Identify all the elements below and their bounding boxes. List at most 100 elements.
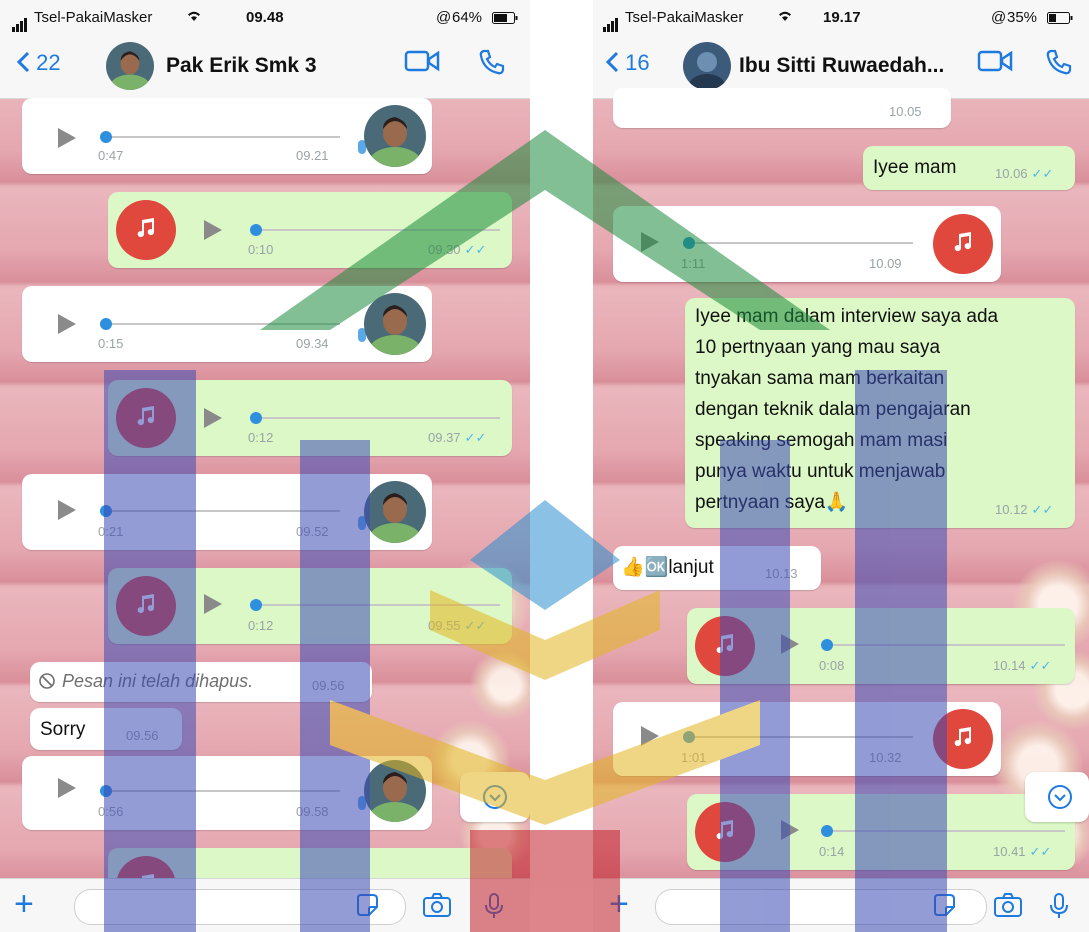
incoming-text-message[interactable]: Sorry 09.56: [30, 708, 182, 750]
audio-scrubber[interactable]: [683, 237, 695, 249]
microphone-icon[interactable]: [1049, 892, 1069, 925]
voice-duration: 0:12: [248, 618, 274, 633]
outgoing-text-message[interactable]: Iyee mam dalam interview saya ada 10 per…: [685, 298, 1075, 528]
play-icon[interactable]: [58, 314, 76, 334]
contact-avatar[interactable]: [106, 42, 154, 90]
scroll-to-bottom-button[interactable]: [1025, 772, 1089, 822]
audio-progress-track[interactable]: [104, 323, 340, 325]
play-icon[interactable]: [641, 726, 659, 746]
message-line: pertnyaan saya🙏: [695, 492, 849, 513]
audio-scrubber[interactable]: [100, 505, 112, 517]
right-chat-screenshot: Tsel-PakaiMasker 19.17 @ 35% 16 Ibu Sitt…: [593, 0, 1089, 932]
left-chat-screenshot: Tsel-PakaiMasker 09.48 @ 64% 22 Pak Erik…: [0, 0, 530, 932]
outgoing-voice-message[interactable]: 0:08 10.14 ✓✓: [687, 608, 1075, 684]
audio-scrubber[interactable]: [250, 224, 262, 236]
back-button[interactable]: 16: [605, 50, 650, 76]
incoming-message[interactable]: 10.05: [613, 88, 951, 128]
audio-progress-track[interactable]: [687, 736, 913, 738]
message-time: 10.41 ✓✓: [993, 844, 1052, 859]
audio-progress-track[interactable]: [254, 604, 500, 606]
attach-plus-icon[interactable]: +: [14, 887, 34, 921]
status-bar: Tsel-PakaiMasker 09.48 @ 64%: [0, 0, 530, 36]
read-ticks-icon: ✓✓: [464, 618, 487, 633]
play-icon[interactable]: [204, 220, 222, 240]
video-call-icon[interactable]: [404, 48, 440, 79]
incoming-voice-message[interactable]: 0:47 09.21: [22, 98, 432, 174]
deleted-message[interactable]: Pesan ini telah dihapus. 09.56: [30, 662, 372, 702]
audio-progress-track[interactable]: [825, 830, 1065, 832]
camera-icon[interactable]: [993, 892, 1023, 923]
incoming-voice-message[interactable]: 1:11 10.09: [613, 206, 1001, 282]
message-line: 10 pertnyaan yang mau saya: [695, 337, 941, 358]
audio-scrubber[interactable]: [250, 599, 262, 611]
audio-scrubber[interactable]: [100, 785, 112, 797]
contact-name[interactable]: Pak Erik Smk 3: [166, 54, 317, 78]
prohibited-icon: [38, 672, 56, 695]
audio-progress-track[interactable]: [104, 136, 340, 138]
message-time: 09.21: [296, 148, 329, 163]
alarm-icon: @: [436, 9, 452, 26]
sender-avatar: [364, 760, 426, 822]
play-icon[interactable]: [781, 820, 799, 840]
music-note-icon: [116, 576, 176, 636]
back-button[interactable]: 22: [16, 50, 61, 76]
phone-call-icon[interactable]: [1045, 48, 1073, 81]
play-icon[interactable]: [58, 778, 76, 798]
voice-duration: 0:15: [98, 336, 124, 351]
voice-duration: 0:12: [248, 430, 274, 445]
audio-progress-track[interactable]: [104, 790, 340, 792]
incoming-text-message[interactable]: 👍🆗lanjut 10.13: [613, 546, 821, 590]
audio-progress-track[interactable]: [254, 229, 500, 231]
music-note-icon: [116, 388, 176, 448]
contact-name[interactable]: Ibu Sitti Ruwaedah...: [739, 54, 944, 78]
play-icon[interactable]: [58, 128, 76, 148]
sticker-icon[interactable]: [354, 892, 380, 923]
audio-progress-track[interactable]: [825, 644, 1065, 646]
phone-call-icon[interactable]: [478, 48, 506, 81]
read-ticks-icon: ✓✓: [464, 242, 487, 257]
audio-progress-track[interactable]: [104, 510, 340, 512]
attach-plus-icon[interactable]: +: [609, 887, 629, 921]
voice-duration: 0:10: [248, 242, 274, 257]
incoming-voice-message[interactable]: 0:15 09.34: [22, 286, 432, 362]
camera-icon[interactable]: [422, 892, 452, 923]
message-time: 09.55 ✓✓: [428, 618, 487, 633]
message-time: 09.37 ✓✓: [428, 430, 487, 445]
sticker-icon[interactable]: [931, 892, 957, 923]
audio-scrubber[interactable]: [821, 825, 833, 837]
play-icon[interactable]: [204, 594, 222, 614]
music-note-icon: [933, 214, 993, 274]
outgoing-voice-message[interactable]: 0:12 09.55 ✓✓: [108, 568, 512, 644]
audio-scrubber[interactable]: [821, 639, 833, 651]
audio-progress-track[interactable]: [254, 417, 500, 419]
audio-progress-track[interactable]: [687, 242, 913, 244]
chat-header: 22 Pak Erik Smk 3: [0, 36, 530, 99]
incoming-voice-message[interactable]: 1:01 10.32: [613, 702, 1001, 776]
outgoing-voice-message[interactable]: 0:14 10.41 ✓✓: [687, 794, 1075, 870]
read-ticks-icon: ✓✓: [1031, 166, 1054, 181]
contact-avatar[interactable]: [683, 42, 731, 90]
outgoing-voice-message[interactable]: 0:10 09.30 ✓✓: [108, 192, 512, 268]
voice-duration: 0:47: [98, 148, 124, 163]
audio-scrubber[interactable]: [250, 412, 262, 424]
incoming-voice-message[interactable]: 0:56 09.58: [22, 756, 432, 830]
play-icon[interactable]: [58, 500, 76, 520]
read-ticks-icon: ✓✓: [464, 430, 487, 445]
play-icon[interactable]: [204, 408, 222, 428]
message-time: 10.12 ✓✓: [995, 502, 1054, 517]
play-icon[interactable]: [641, 232, 659, 252]
play-icon[interactable]: [781, 634, 799, 654]
wifi-icon: [186, 9, 202, 26]
audio-scrubber[interactable]: [100, 318, 112, 330]
audio-scrubber[interactable]: [100, 131, 112, 143]
message-time: 09.56: [312, 678, 345, 693]
audio-scrubber[interactable]: [683, 731, 695, 743]
microphone-icon[interactable]: [484, 892, 504, 925]
message-line: Iyee mam dalam interview saya ada: [695, 306, 999, 327]
scroll-to-bottom-button[interactable]: [460, 772, 530, 822]
message-text: Iyee mam: [873, 157, 957, 178]
outgoing-text-message[interactable]: Iyee mam 10.06 ✓✓: [863, 146, 1075, 190]
outgoing-voice-message[interactable]: 0:12 09.37 ✓✓: [108, 380, 512, 456]
incoming-voice-message[interactable]: 0:21 09.52: [22, 474, 432, 550]
video-call-icon[interactable]: [977, 48, 1013, 79]
